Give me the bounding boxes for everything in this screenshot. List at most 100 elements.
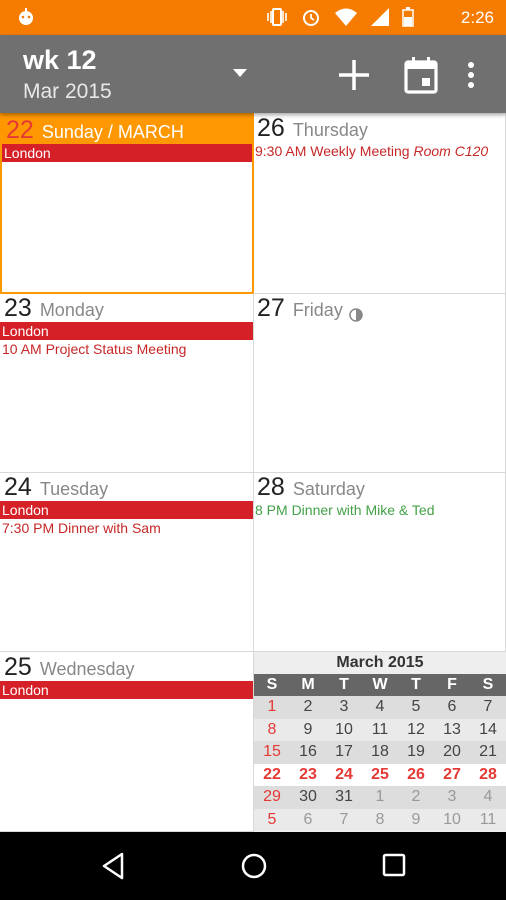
mini-month-table: S M T W T F S 1 2 3 4 5 6 7 8 9 10 11 12 13 14 15 16 17 1… xyxy=(254,674,506,831)
day-number: 28 xyxy=(257,473,285,501)
event-item[interactable]: 10 AM Project Status Meeting xyxy=(0,340,253,359)
mini-day[interactable]: 2 xyxy=(398,786,434,809)
mini-day[interactable]: 7 xyxy=(470,696,506,719)
mini-day[interactable]: 7 xyxy=(326,808,362,831)
day-number: 23 xyxy=(4,294,32,322)
mini-day[interactable]: 19 xyxy=(398,741,434,764)
day-name: Wednesday xyxy=(39,659,135,679)
overflow-menu-icon[interactable] xyxy=(465,61,477,89)
mini-day[interactable]: 12 xyxy=(398,718,434,741)
mini-day[interactable]: 23 xyxy=(290,763,326,786)
mini-day[interactable]: 28 xyxy=(470,763,506,786)
all-day-event[interactable]: London xyxy=(0,681,253,699)
android-debug-icon xyxy=(19,8,33,25)
event-item[interactable]: 7:30 PM Dinner with Sam xyxy=(0,519,253,538)
mini-day[interactable]: 11 xyxy=(470,808,506,831)
mini-day[interactable]: 9 xyxy=(290,718,326,741)
mini-day[interactable]: 25 xyxy=(362,763,398,786)
day-cell-saturday[interactable]: 28 Saturday 8 PM Dinner with Mike & Ted xyxy=(253,472,506,652)
day-cell-thursday[interactable]: 26 Thursday 9:30 AM Weekly Meeting Room C… xyxy=(253,113,506,294)
week-label: wk 12 xyxy=(23,45,97,75)
day-number: 27 xyxy=(257,294,285,322)
mini-month-calendar[interactable]: March 2015 S M T W T F S 1 2 3 4 5 6 7 8 9 10 11 12… xyxy=(254,652,506,832)
day-number: 26 xyxy=(257,114,285,142)
mini-day[interactable]: 20 xyxy=(434,741,470,764)
mini-day[interactable]: 24 xyxy=(326,763,362,786)
mini-day[interactable]: 17 xyxy=(326,741,362,764)
all-day-event[interactable]: London xyxy=(2,144,252,162)
mini-day[interactable]: 4 xyxy=(470,786,506,809)
event-title: 9:30 AM Weekly Meeting xyxy=(255,143,410,159)
mini-day[interactable]: 1 xyxy=(362,786,398,809)
mini-day[interactable]: 30 xyxy=(290,786,326,809)
mini-day[interactable]: 8 xyxy=(254,718,290,741)
day-number: 24 xyxy=(4,473,32,501)
wifi-icon xyxy=(335,8,357,26)
mini-day[interactable]: 29 xyxy=(254,786,290,809)
event-item[interactable]: 8 PM Dinner with Mike & Ted xyxy=(253,501,505,520)
weekday-header: F xyxy=(434,674,470,696)
day-cell-tuesday[interactable]: 24 Tuesday London 7:30 PM Dinner with Sam xyxy=(0,472,254,652)
day-number: 22 xyxy=(6,116,34,144)
status-icons xyxy=(266,7,414,27)
mini-day[interactable]: 8 xyxy=(362,808,398,831)
month-label: Mar 2015 xyxy=(23,80,112,103)
mini-day[interactable]: 14 xyxy=(470,718,506,741)
all-day-event[interactable]: London xyxy=(0,322,253,340)
battery-icon xyxy=(402,7,414,27)
mini-day[interactable]: 10 xyxy=(326,718,362,741)
mini-day[interactable]: 1 xyxy=(254,696,290,719)
mini-day[interactable]: 3 xyxy=(434,786,470,809)
recents-icon[interactable] xyxy=(381,852,407,878)
mini-day[interactable]: 27 xyxy=(434,763,470,786)
moon-phase-icon xyxy=(349,308,363,322)
weekday-header: T xyxy=(326,674,362,696)
mini-day[interactable]: 31 xyxy=(326,786,362,809)
mini-day[interactable]: 6 xyxy=(290,808,326,831)
dropdown-arrow-icon[interactable] xyxy=(233,69,247,77)
home-icon[interactable] xyxy=(240,852,268,880)
day-name: Sunday / MARCH xyxy=(41,122,184,142)
weekday-header: W xyxy=(362,674,398,696)
day-cell-monday[interactable]: 23 Monday London 10 AM Project Status Mee… xyxy=(0,293,254,473)
day-cell-friday[interactable]: 27 Friday xyxy=(253,293,506,473)
all-day-event[interactable]: London xyxy=(0,501,253,519)
day-cell-wednesday[interactable]: 25 Wednesday London xyxy=(0,652,254,832)
day-name: Friday xyxy=(292,300,343,320)
mini-day[interactable]: 15 xyxy=(254,741,290,764)
weekday-header: S xyxy=(470,674,506,696)
mini-day[interactable]: 4 xyxy=(362,696,398,719)
mini-day[interactable]: 26 xyxy=(398,763,434,786)
event-item[interactable]: 9:30 AM Weekly Meeting Room C120 xyxy=(253,142,505,161)
mini-day[interactable]: 10 xyxy=(434,808,470,831)
mini-day[interactable]: 2 xyxy=(290,696,326,719)
status-time: 2:26 xyxy=(460,8,494,27)
status-bar: 2:26 xyxy=(0,0,506,35)
calendar-today-icon[interactable] xyxy=(403,56,439,94)
event-location: Room C120 xyxy=(413,143,489,159)
mini-day[interactable]: 16 xyxy=(290,741,326,764)
navigation-bar xyxy=(0,832,506,900)
mini-day[interactable]: 18 xyxy=(362,741,398,764)
day-number: 25 xyxy=(4,653,32,681)
day-name: Saturday xyxy=(292,479,365,499)
mini-day[interactable]: 11 xyxy=(362,718,398,741)
alarm-icon xyxy=(303,10,319,26)
day-name: Tuesday xyxy=(39,479,109,499)
mini-day[interactable]: 13 xyxy=(434,718,470,741)
mini-day[interactable]: 5 xyxy=(398,696,434,719)
add-event-icon[interactable] xyxy=(336,57,372,93)
mini-day[interactable]: 21 xyxy=(470,741,506,764)
weekday-header: T xyxy=(398,674,434,696)
mini-day[interactable]: 22 xyxy=(254,763,290,786)
app-bar: wk 12 Mar 2015 xyxy=(0,35,506,113)
back-icon[interactable] xyxy=(100,852,126,880)
mini-day[interactable]: 3 xyxy=(326,696,362,719)
day-cell-sunday[interactable]: 22 Sunday / MARCH London xyxy=(0,113,254,294)
mini-day[interactable]: 9 xyxy=(398,808,434,831)
mini-day[interactable]: 5 xyxy=(254,808,290,831)
day-name: Thursday xyxy=(292,120,368,140)
mini-month-title: March 2015 xyxy=(254,652,506,674)
vibrate-icon xyxy=(267,8,287,26)
mini-day[interactable]: 6 xyxy=(434,696,470,719)
